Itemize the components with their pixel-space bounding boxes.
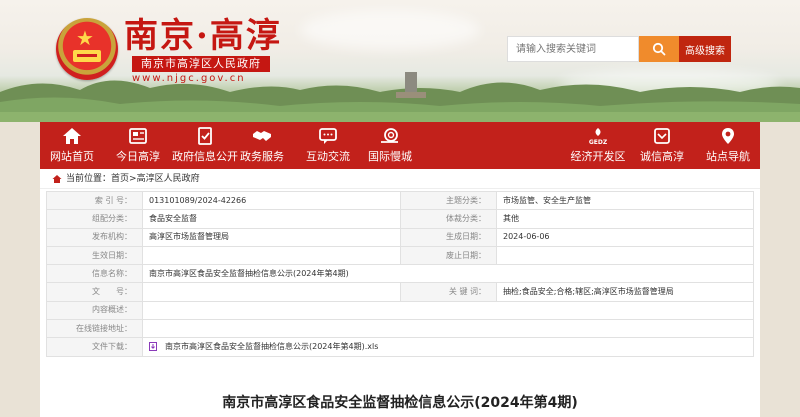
- meta-key: 生效日期：: [46, 245, 143, 266]
- nav-item-label: 经济开发区: [570, 150, 626, 163]
- site-url: www.njgc.gov.cn: [132, 73, 246, 84]
- meta-value-info-name: 南京市高淳区食品安全监督抽检信息公示(2024年第4期): [142, 264, 754, 284]
- meta-value-expiry-date: [496, 245, 754, 266]
- meta-key: 发布机构：: [46, 227, 143, 247]
- nav-item-gov-info[interactable]: 政府信息公开: [164, 122, 246, 169]
- meta-value-genre: 其他: [496, 209, 754, 229]
- meta-value-doc-no: [142, 282, 401, 302]
- chat-icon: [319, 128, 337, 144]
- nav-item-label: 网站首页: [50, 150, 94, 163]
- meta-value-publisher: 高淳区市场监督管理局: [142, 227, 401, 247]
- meta-value-index-no: 013101089/2024-42266: [142, 190, 401, 211]
- metadata-table: 索 引 号： 013101089/2024-42266 主题分类： 市场监管、安…: [46, 190, 754, 357]
- file-download-link[interactable]: 南京市高淳区食品安全监督抽检信息公示(2024年第4期).xls: [165, 342, 378, 351]
- breadcrumb-prefix: 当前位置：: [66, 173, 112, 184]
- nav-item-credit[interactable]: 诚信高淳: [636, 122, 688, 169]
- landscape-illustration: [0, 72, 800, 122]
- search-input[interactable]: [507, 36, 639, 62]
- meta-key: 关 键 词：: [400, 282, 497, 302]
- nav-item-label: 政务服务: [240, 150, 284, 163]
- nav-item-label: 诚信高淳: [640, 150, 684, 163]
- home-icon: [63, 128, 81, 144]
- meta-value-created-date: 2024-06-06: [496, 227, 754, 247]
- nav-item-slow-city[interactable]: 国际慢城: [364, 122, 416, 169]
- nav-item-label: 站点导航: [706, 150, 750, 163]
- search-button[interactable]: [639, 36, 679, 62]
- nav-item-label: 今日高淳: [116, 150, 160, 163]
- gedz-icon: GEDZ: [589, 128, 608, 146]
- meta-key: 信息名称：: [46, 264, 143, 284]
- table-row: 信息名称： 南京市高淳区食品安全监督抽检信息公示(2024年第4期): [46, 264, 754, 284]
- nav-item-label: 互动交流: [306, 150, 350, 163]
- file-download-cell: 南京市高淳区食品安全监督抽检信息公示(2024年第4期).xls: [142, 337, 754, 357]
- breadcrumb: 当前位置： 首页 > 高淳区人民政府: [40, 169, 760, 189]
- table-row: 组配分类： 食品安全监督 体裁分类： 其他: [46, 209, 754, 229]
- download-file-icon[interactable]: [149, 342, 157, 352]
- meta-key: 文件下载：: [46, 337, 143, 357]
- credit-icon: [654, 128, 670, 144]
- snail-icon: [381, 128, 398, 143]
- table-row: 文 号： 关 键 词： 抽检;食品安全;合格;辖区;高淳区市场监督管理局: [46, 282, 754, 302]
- table-row: 发布机构： 高淳区市场监督管理局 生成日期： 2024-06-06: [46, 227, 754, 247]
- advanced-search-button[interactable]: 高级搜索: [679, 36, 731, 62]
- meta-key: 在线链接地址：: [46, 319, 143, 339]
- meta-value-online-link[interactable]: [142, 319, 754, 339]
- content-panel: 当前位置： 首页 > 高淳区人民政府 索 引 号： 013101089/2024…: [40, 169, 760, 417]
- meta-key: 组配分类：: [46, 209, 143, 229]
- location-icon: [722, 128, 734, 144]
- meta-value-category: 食品安全监督: [142, 209, 401, 229]
- nav-item-dev-zone[interactable]: GEDZ 经济开发区: [568, 122, 628, 169]
- svg-text:GEDZ: GEDZ: [589, 139, 608, 146]
- nav-item-label: 政府信息公开: [172, 150, 238, 163]
- article-title: 南京市高淳区食品安全监督抽检信息公示(2024年第4期): [222, 395, 578, 411]
- newspaper-icon: [129, 128, 147, 144]
- table-row: 文件下载： 南京市高淳区食品安全监督抽检信息公示(2024年第4期).xls: [46, 337, 754, 357]
- table-row: 生效日期： 废止日期：: [46, 245, 754, 266]
- site-subtitle: 南京市高淳区人民政府: [132, 56, 270, 72]
- nav-item-label: 国际慢城: [368, 150, 412, 163]
- meta-key: 废止日期：: [400, 245, 497, 266]
- national-emblem-icon[interactable]: ★: [56, 18, 118, 80]
- main-nav: 网站首页 今日高淳 政府信息公开 政务服务 互动交流 国际慢城 GEDZ 经济开…: [40, 122, 760, 169]
- magnifier-icon: [652, 42, 666, 56]
- checklist-icon: [198, 127, 212, 145]
- home-icon: [52, 174, 62, 183]
- meta-value-keywords: 抽检;食品安全;合格;辖区;高淳区市场监督管理局: [496, 282, 754, 302]
- table-row: 内容概述：: [46, 300, 754, 321]
- breadcrumb-home-link[interactable]: 首页: [111, 169, 129, 189]
- meta-key: 文 号：: [46, 282, 143, 302]
- table-row: 索 引 号： 013101089/2024-42266 主题分类： 市场监管、安…: [46, 190, 754, 211]
- site-title[interactable]: 南京·高淳: [124, 16, 282, 56]
- breadcrumb-current-link[interactable]: 高淳区人民政府: [137, 169, 200, 189]
- nav-item-services[interactable]: 政务服务: [236, 122, 288, 169]
- meta-value-topic: 市场监管、安全生产监管: [496, 190, 754, 211]
- handshake-icon: [253, 131, 271, 141]
- breadcrumb-separator: >: [129, 173, 137, 184]
- meta-key: 生成日期：: [400, 227, 497, 247]
- table-row: 在线链接地址：: [46, 319, 754, 339]
- header-banner: ★ 南京·高淳 南京市高淳区人民政府 www.njgc.gov.cn 高级搜索: [0, 0, 800, 122]
- meta-key: 主题分类：: [400, 190, 497, 211]
- nav-item-home[interactable]: 网站首页: [46, 122, 98, 169]
- meta-value-effective-date: [142, 245, 401, 266]
- meta-key: 内容概述：: [46, 300, 143, 321]
- nav-item-interaction[interactable]: 互动交流: [302, 122, 354, 169]
- meta-key: 体裁分类：: [400, 209, 497, 229]
- meta-value-summary: [142, 300, 754, 321]
- nav-item-today[interactable]: 今日高淳: [112, 122, 164, 169]
- meta-key: 索 引 号：: [46, 190, 143, 211]
- nav-item-site-map[interactable]: 站点导航: [702, 122, 754, 169]
